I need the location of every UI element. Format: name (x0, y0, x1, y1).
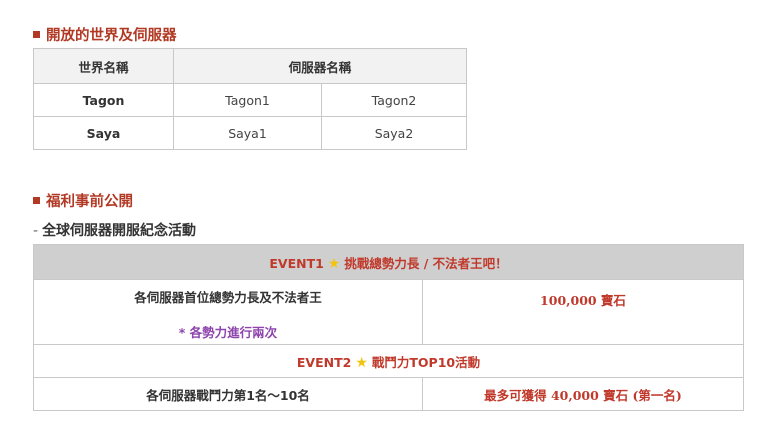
section-title-text: 福利事前公開 (46, 194, 133, 210)
event-header-row: EVENT2 ★ 戰鬥力TOP10活動 (33, 344, 744, 378)
event-row: 各伺服器首位總勢力長及不法者王 * 各勢力進行兩次 100,000 寶石 (33, 279, 744, 345)
section-title-text: 開放的世界及伺服器 (46, 28, 177, 44)
section-title-servers: 開放的世界及伺服器 (33, 24, 177, 45)
subheading-dash: - (33, 223, 39, 239)
event2-reward: 最多可獲得 40,000 寶石 (第一名) (422, 377, 744, 411)
server-cell: Tagon1 (173, 83, 322, 117)
event1-note: * 各勢力進行兩次 (178, 325, 278, 340)
event2-title: EVENT2 ★ 戰鬥力TOP10活動 (33, 344, 744, 378)
header-server-name: 伺服器名稱 (173, 48, 467, 84)
event1-title: EVENT1 ★ 挑戰總勢力長 / 不法者王吧！ (33, 244, 744, 280)
table-row: Saya Saya1 Saya2 (33, 116, 467, 150)
event-row: 各伺服器戰鬥力第1名～10名 最多可獲得 40,000 寶石 (第一名) (33, 377, 744, 411)
world-name-cell: Tagon (33, 83, 174, 117)
square-bullet-icon (33, 31, 40, 38)
event-header-row: EVENT1 ★ 挑戰總勢力長 / 不法者王吧！ (33, 244, 744, 280)
server-cell: Saya1 (173, 116, 322, 150)
table-header-row: 世界名稱 伺服器名稱 (33, 48, 467, 84)
event1-title-text: 挑戰總勢力長 / 不法者王吧！ (344, 255, 508, 271)
server-cell: Saya2 (321, 116, 467, 150)
header-world-name: 世界名稱 (33, 48, 174, 84)
star-icon: ★ (355, 354, 368, 371)
subheading: - 全球伺服器開服紀念活動 (33, 220, 196, 240)
event1-prefix: EVENT1 (269, 255, 324, 271)
event2-title-text: 戰鬥力TOP10活動 (371, 354, 481, 370)
event1-condition: 各伺服器首位總勢力長及不法者王 (134, 290, 322, 305)
server-cell: Tagon2 (321, 83, 467, 117)
event-table: EVENT1 ★ 挑戰總勢力長 / 不法者王吧！ 各伺服器首位總勢力長及不法者王 *… (33, 244, 744, 411)
event1-condition-cell: 各伺服器首位總勢力長及不法者王 * 各勢力進行兩次 (33, 279, 423, 345)
section-title-benefits: 福利事前公開 (33, 190, 133, 211)
event2-condition: 各伺服器戰鬥力第1名～10名 (33, 377, 423, 411)
event2-prefix: EVENT2 (296, 354, 352, 370)
square-bullet-icon (33, 197, 40, 204)
world-name-cell: Saya (33, 116, 174, 150)
server-table: 世界名稱 伺服器名稱 Tagon Tagon1 Tagon2 Saya Saya… (33, 48, 467, 150)
event1-reward: 100,000 寶石 (422, 279, 744, 345)
table-row: Tagon Tagon1 Tagon2 (33, 83, 467, 117)
subheading-text: 全球伺服器開服紀念活動 (42, 223, 197, 239)
star-icon: ★ (327, 255, 341, 272)
